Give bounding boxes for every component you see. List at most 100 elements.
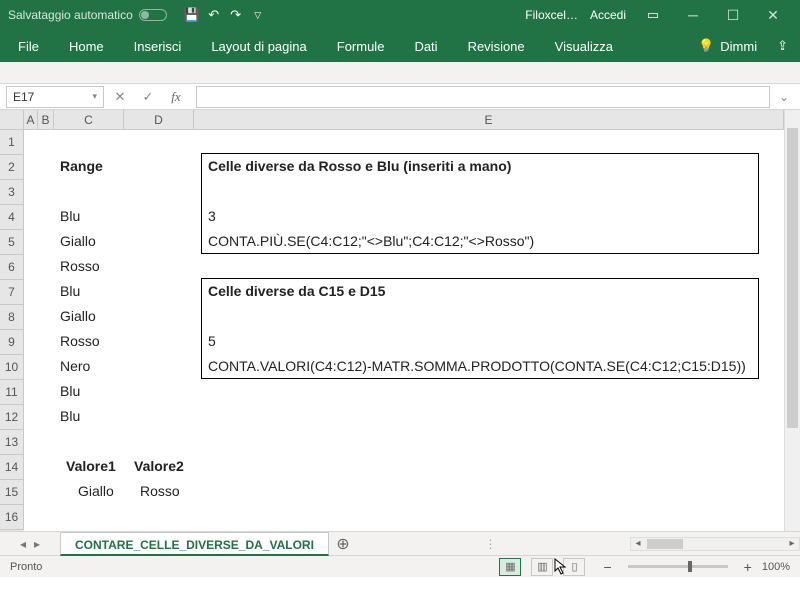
row-5[interactable]: 5 (0, 230, 24, 255)
zoom-slider[interactable] (628, 565, 728, 568)
cell-c10[interactable]: Nero (56, 355, 94, 377)
cell-c12[interactable]: Blu (56, 405, 84, 427)
cell-c8[interactable]: Giallo (56, 305, 100, 327)
row-1[interactable]: 1 (0, 130, 24, 155)
save-icon[interactable]: 💾 (181, 4, 203, 26)
cells: Range Blu Giallo Rosso Blu Giallo Rosso … (24, 130, 784, 531)
titlebar: Salvataggio automatico 💾 ↶ ↷ ▽ Filoxcel…… (0, 0, 800, 30)
cell-c14[interactable]: Valore1 (62, 455, 120, 477)
cell-c15[interactable]: Giallo (74, 480, 118, 502)
scroll-thumb[interactable] (787, 128, 798, 428)
vertical-scrollbar[interactable] (784, 110, 800, 531)
row-10[interactable]: 10 (0, 355, 24, 380)
cell-e5[interactable]: CONTA.PIÙ.SE(C4:C12;"<>Blu";C4:C12;"<>Ro… (204, 230, 538, 252)
minimize-button[interactable]: ─ (674, 3, 712, 27)
row-headers: 1 2 3 4 5 6 7 8 9 10 11 12 13 14 15 16 (0, 130, 24, 531)
formula-expand-icon[interactable]: ⌄ (774, 90, 794, 104)
row-14[interactable]: 14 (0, 455, 24, 480)
row-16[interactable]: 16 (0, 505, 24, 530)
zoom-in-button[interactable]: + (744, 559, 752, 575)
zoom-level[interactable]: 100% (762, 561, 790, 573)
cell-d15[interactable]: Rosso (136, 480, 184, 502)
row-2[interactable]: 2 (0, 155, 24, 180)
col-d[interactable]: D (124, 110, 194, 130)
qat-dropdown-icon[interactable]: ▽ (247, 4, 269, 26)
tell-me[interactable]: Dimmi (720, 39, 757, 54)
row-6[interactable]: 6 (0, 255, 24, 280)
tab-layout[interactable]: Layout di pagina (205, 35, 312, 58)
tab-file[interactable]: File (12, 35, 45, 58)
status-bar: Pronto ▦ ▥ ▯ − + 100% (0, 555, 800, 577)
cell-e9[interactable]: 5 (204, 330, 220, 352)
row-4[interactable]: 4 (0, 205, 24, 230)
name-box[interactable]: E17 ▾ (6, 86, 104, 108)
row-9[interactable]: 9 (0, 330, 24, 355)
cell-c11[interactable]: Blu (56, 380, 84, 402)
cell-e2[interactable]: Celle diverse da Rosso e Blu (inseriti a… (204, 155, 515, 177)
formula-input[interactable] (196, 86, 770, 108)
cell-e4[interactable]: 3 (204, 205, 220, 227)
autosave-label: Salvataggio automatico (8, 8, 133, 22)
new-sheet-button[interactable]: ⊕ (329, 534, 357, 554)
tab-formulas[interactable]: Formule (331, 35, 391, 58)
cell-c5[interactable]: Giallo (56, 230, 100, 252)
undo-icon[interactable]: ↶ (203, 4, 225, 26)
tab-insert[interactable]: Inserisci (128, 35, 188, 58)
redo-icon[interactable]: ↷ (225, 4, 247, 26)
share-icon[interactable]: ⇪ (777, 38, 788, 54)
spreadsheet-grid[interactable]: A B C D E 1 2 3 4 5 6 7 8 9 10 11 12 13 … (0, 110, 800, 531)
scroll-right-icon[interactable]: ▸ (785, 538, 799, 549)
cancel-formula-icon[interactable]: ✕ (108, 86, 132, 108)
view-normal-icon[interactable]: ▦ (499, 558, 521, 576)
horizontal-scrollbar[interactable]: ◂ ▸ (630, 537, 800, 551)
col-a[interactable]: A (24, 110, 38, 130)
hscroll-thumb[interactable] (647, 539, 683, 549)
tab-view[interactable]: Visualizza (549, 35, 619, 58)
signin-button[interactable]: Accedi (590, 8, 626, 22)
chevron-down-icon[interactable]: ▾ (92, 91, 97, 102)
ribbon-display-icon[interactable]: ▭ (642, 4, 664, 26)
cell-c9[interactable]: Rosso (56, 330, 104, 352)
tab-review[interactable]: Revisione (462, 35, 531, 58)
row-12[interactable]: 12 (0, 405, 24, 430)
sheet-nav[interactable]: ◂▸ (0, 537, 60, 551)
cell-c7[interactable]: Blu (56, 280, 84, 302)
row-3[interactable]: 3 (0, 180, 24, 205)
autosave[interactable]: Salvataggio automatico (8, 8, 167, 22)
tab-home[interactable]: Home (63, 35, 110, 58)
ribbon-tabs: File Home Inserisci Layout di pagina For… (0, 30, 800, 62)
zoom-knob[interactable] (688, 561, 692, 572)
zoom-out-button[interactable]: − (603, 559, 611, 575)
row-13[interactable]: 13 (0, 430, 24, 455)
row-15[interactable]: 15 (0, 480, 24, 505)
col-e[interactable]: E (194, 110, 784, 130)
tab-data[interactable]: Dati (408, 35, 443, 58)
column-headers: A B C D E (0, 110, 784, 130)
row-11[interactable]: 11 (0, 380, 24, 405)
view-page-break-icon[interactable]: ▯ (563, 558, 585, 576)
col-c[interactable]: C (54, 110, 124, 130)
sheet-tab[interactable]: CONTARE_CELLE_DIVERSE_DA_VALORI (60, 532, 329, 556)
cell-e10[interactable]: CONTA.VALORI(C4:C12)-MATR.SOMMA.PRODOTTO… (204, 355, 750, 377)
scroll-left-icon[interactable]: ◂ (631, 538, 645, 549)
row-8[interactable]: 8 (0, 305, 24, 330)
cell-e7[interactable]: Celle diverse da C15 e D15 (204, 280, 389, 302)
autosave-toggle[interactable] (139, 9, 167, 21)
cell-d14[interactable]: Valore2 (130, 455, 188, 477)
col-b[interactable]: B (38, 110, 54, 130)
select-all[interactable] (0, 110, 24, 130)
close-button[interactable]: ✕ (754, 3, 792, 27)
doc-title: Filoxcel… (525, 8, 578, 22)
bulb-icon: 💡 (698, 38, 714, 54)
cell-c4[interactable]: Blu (56, 205, 84, 227)
fx-icon[interactable]: fx (164, 86, 188, 108)
view-page-layout-icon[interactable]: ▥ (531, 558, 553, 576)
status-ready: Pronto (10, 561, 42, 573)
enter-formula-icon[interactable]: ✓ (136, 86, 160, 108)
name-box-value: E17 (13, 90, 34, 104)
row-7[interactable]: 7 (0, 280, 24, 305)
cell-c2[interactable]: Range (56, 155, 107, 177)
maximize-button[interactable]: ☐ (714, 3, 752, 27)
sheet-tab-bar: ◂▸ CONTARE_CELLE_DIVERSE_DA_VALORI ⊕ ⋮ ◂… (0, 531, 800, 555)
cell-c6[interactable]: Rosso (56, 255, 104, 277)
